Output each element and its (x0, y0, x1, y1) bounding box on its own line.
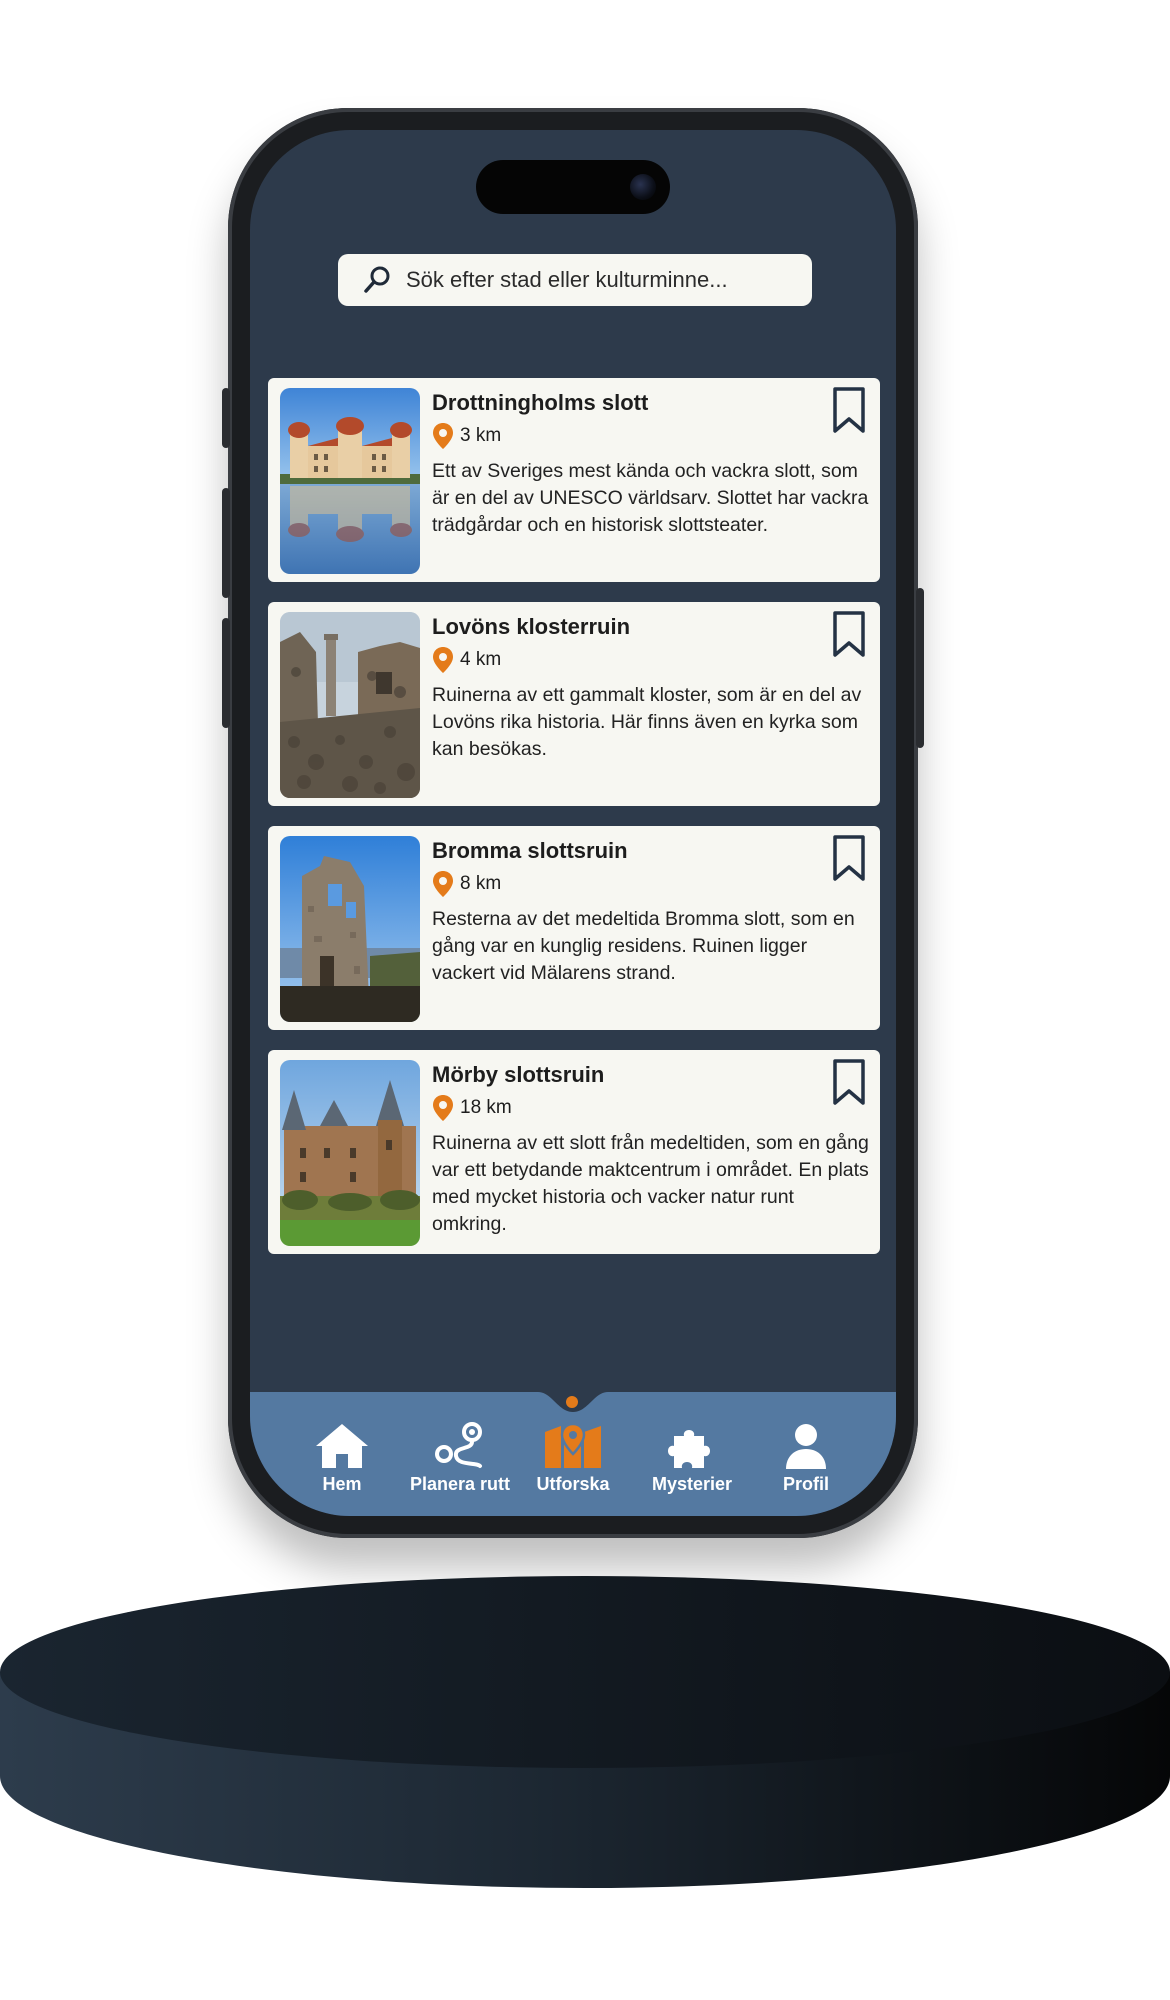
bookmark-icon[interactable] (832, 610, 866, 658)
location-pin-icon (433, 871, 453, 897)
place-card[interactable]: Lovöns klosterruin 4 km Ruinerna av ett … (268, 602, 880, 806)
nav-label: Mysterier (651, 1474, 733, 1494)
app-screen: Sök efter stad eller kulturminne... Drot… (250, 130, 896, 1516)
distance-text: 18 km (460, 1097, 512, 1118)
nav-label: Utforska (536, 1474, 610, 1494)
place-distance: 4 km (432, 646, 501, 674)
active-indicator-dot (566, 1396, 578, 1408)
place-photo (280, 388, 420, 574)
home-icon (316, 1424, 368, 1468)
nav-item-mysterier[interactable]: Mysterier (632, 1422, 752, 1495)
place-card[interactable]: Bromma slottsruin 8 km Resterna av det m… (268, 826, 880, 1030)
nav-item-hem[interactable]: Hem (282, 1422, 402, 1495)
volume-up-button (222, 488, 230, 598)
mute-switch (222, 388, 230, 448)
search-bar[interactable]: Sök efter stad eller kulturminne... (338, 254, 812, 306)
search-input[interactable]: Sök efter stad eller kulturminne... (406, 267, 728, 293)
location-pin-icon (433, 647, 453, 673)
place-photo (280, 612, 420, 798)
front-camera (630, 174, 656, 200)
bookmark-icon[interactable] (832, 1058, 866, 1106)
distance-text: 3 km (460, 425, 502, 446)
bookmark-icon[interactable] (832, 386, 866, 434)
dynamic-island (476, 160, 670, 214)
place-title: Mörby slottsruin (432, 1062, 605, 1087)
place-title: Bromma slottsruin (432, 838, 628, 863)
puzzle-icon (668, 1430, 710, 1468)
place-description: Ett av Sveriges mest kända och vackra sl… (432, 460, 869, 536)
place-description: Resterna av det medeltida Bromma slott, … (432, 908, 855, 984)
nav-label: Profil (782, 1474, 829, 1494)
distance-text: 4 km (460, 649, 502, 670)
route-icon (435, 1422, 482, 1468)
place-card[interactable]: Mörby slottsruin 18 km Ruinerna av ett s… (268, 1050, 880, 1254)
place-distance: 8 km (432, 870, 501, 898)
place-description: Ruinerna av ett slott från medeltiden, s… (432, 1132, 869, 1235)
volume-down-button (222, 618, 230, 728)
power-button (916, 588, 924, 748)
map-icon (545, 1422, 601, 1468)
nav-label: Planera rutt (409, 1474, 511, 1494)
place-card[interactable]: Drottningholms slott 3 km Ett av Sverige… (268, 378, 880, 582)
search-icon (364, 266, 390, 293)
nav-item-profil[interactable]: Profil (746, 1422, 866, 1495)
place-distance: 18 km (432, 1094, 512, 1122)
distance-text: 8 km (460, 873, 502, 894)
location-pin-icon (433, 423, 453, 449)
bookmark-icon[interactable] (832, 834, 866, 882)
nav-label: Hem (322, 1474, 362, 1494)
nav-item-planera-rutt[interactable]: Planera rutt (400, 1422, 520, 1495)
location-pin-icon (433, 1095, 453, 1121)
place-title: Drottningholms slott (432, 390, 649, 415)
place-title: Lovöns klosterruin (432, 614, 631, 639)
place-description: Ruinerna av ett gammalt kloster, som är … (432, 684, 862, 760)
user-icon (786, 1424, 826, 1469)
phone-frame: Sök efter stad eller kulturminne... Drot… (222, 108, 924, 1538)
place-photo (280, 1060, 420, 1246)
nav-item-utforska[interactable]: Utforska (513, 1422, 633, 1495)
place-distance: 3 km (432, 422, 501, 450)
display-podium (0, 1576, 1170, 1888)
place-photo (280, 836, 420, 1022)
